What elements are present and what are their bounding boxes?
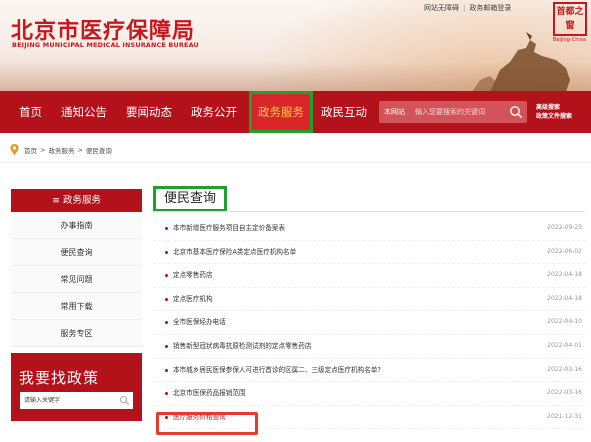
divider [0, 162, 591, 163]
list-item-title[interactable]: 北京市医保药品报销范围 [173, 382, 246, 404]
nav-interaction[interactable]: 政民互动 [321, 91, 367, 133]
sidebar-item-downloads[interactable]: 常用下载 [11, 293, 142, 320]
highlight-box [156, 412, 258, 435]
sidebar-item-guide[interactable]: 办事指南 [11, 212, 142, 239]
list-item-date: 2022-03-16 [547, 389, 582, 397]
list-item-title[interactable]: 全市医保经办电话 [173, 311, 226, 333]
breadcrumb-gov-services[interactable]: 政务服务 [48, 145, 74, 155]
list-item-date: 2022-04-10 [547, 318, 582, 326]
list-item-title[interactable]: 定点零售药店 [173, 264, 213, 286]
nav-home[interactable]: 首页 [19, 91, 42, 133]
list-item[interactable]: 北京市基本医疗保险A类定点医疗机构名单 2022-06-02 [153, 241, 585, 265]
policy-search-input[interactable] [24, 394, 114, 407]
breadcrumb-home[interactable]: 首页 [24, 145, 37, 155]
search-links: 高级搜索 政策文件搜索 [536, 103, 572, 121]
capital-window-logo[interactable]: 首都之窗 [553, 2, 587, 36]
bullet-icon [165, 297, 168, 301]
list-item-title[interactable]: 本市城乡居民医保参保人可进行首诊的区属二、三级定点医疗机构名单? [173, 359, 381, 381]
bullet-icon [165, 227, 168, 230]
nav-notices[interactable]: 通知公告 [61, 91, 107, 133]
list-item-title[interactable]: 北京市基本医疗保险A类定点医疗机构名单 [173, 241, 296, 263]
gov-mail-login-link[interactable]: 政务邮箱登录 [469, 4, 511, 12]
site-search: 本网站 [379, 101, 527, 123]
list-item-date: 2022-03-16 [547, 365, 582, 373]
list-item-date: 2022-06-02 [547, 247, 582, 255]
search-icon[interactable] [119, 395, 130, 406]
list-item[interactable]: 全市医保经办电话 2022-04-10 [153, 311, 585, 335]
main-nav: 首页 通知公告 要闻动态 政务公开 政务服务 政民互动 本网站 高级搜索 政策文… [0, 91, 591, 133]
accessibility-link[interactable]: 网站无障碍 [424, 4, 459, 12]
sidebar-item-convenience-query[interactable]: 便民查询 [11, 239, 142, 266]
list-item[interactable]: 定点医疗机构 2022-04-18 [153, 288, 585, 312]
list-item[interactable]: 本市城乡居民医保参保人可进行首诊的区属二、三级定点医疗机构名单? 2022-03-… [153, 359, 585, 383]
list-item-date: 2022-04-18 [547, 294, 582, 302]
top-links: 网站无障碍 | 政务邮箱登录 [424, 4, 512, 12]
policy-search-title: 我要找政策 [19, 369, 100, 387]
list-item-date: 2022-04-18 [547, 271, 582, 279]
policy-search-panel: 我要找政策 [11, 353, 142, 421]
list-item-title[interactable]: 定点医疗机构 [173, 288, 213, 310]
list-item[interactable]: 本市新增医疗服务项目自主定价备案表 2022-09-23 [153, 217, 585, 241]
news-list: 本市新增医疗服务项目自主定价备案表 2022-09-23 北京市基本医疗保险A类定… [153, 217, 585, 430]
bullet-icon [165, 344, 168, 348]
list-item[interactable]: 销售新型冠状病毒抗原检测试剂的定点零售药店 2022-04-01 [153, 335, 585, 359]
sidebar-heading: ≡ 政务服务 [11, 189, 142, 212]
bullet-icon [165, 392, 168, 396]
list-item[interactable]: 北京市医保药品报销范围 2022-03-16 [153, 382, 585, 406]
page: 北京市医疗保障局 BEIJING MUNICIPAL MEDICAL INSUR… [0, 0, 591, 442]
list-item-date: 2021-12-31 [547, 412, 582, 420]
list-item-date: 2022-04-01 [547, 341, 582, 349]
site-logo-subtitle: BEIJING MUNICIPAL MEDICAL INSURANCE BURE… [12, 41, 199, 49]
policy-search-box [20, 392, 133, 409]
header-banner: 北京市医疗保障局 BEIJING MUNICIPAL MEDICAL INSUR… [0, 0, 591, 91]
policy-search-link[interactable]: 政策文件搜索 [536, 112, 572, 121]
bullet-icon [165, 274, 168, 278]
list-item[interactable]: 定点零售药店 2022-04-18 [153, 264, 585, 288]
bullet-icon [165, 321, 168, 325]
list-item-title[interactable]: 本市新增医疗服务项目自主定价备案表 [173, 217, 285, 239]
page-title: 便民查询 [153, 186, 228, 212]
title-underline [153, 211, 585, 212]
search-scope[interactable]: 本网站 [384, 101, 405, 123]
bullet-icon [165, 368, 168, 372]
bullet-icon [165, 250, 168, 254]
list-item-date: 2022-09-23 [547, 224, 582, 231]
nav-gov-services[interactable]: 政务服务 [249, 91, 313, 133]
sidebar-item-service-zone[interactable]: 服务专区 [11, 320, 142, 347]
search-input[interactable] [415, 105, 507, 119]
nav-gov-affairs[interactable]: 政务公开 [191, 91, 237, 133]
location-pin-icon [10, 144, 19, 155]
advanced-search-link[interactable]: 高级搜索 [536, 103, 572, 112]
list-item-title[interactable]: 销售新型冠状病毒抗原检测试剂的定点零售药店 [173, 335, 311, 357]
capital-window-subtext: Beijing-China [552, 37, 586, 43]
search-icon[interactable] [509, 105, 523, 119]
breadcrumb: 首页 > 政务服务 > 便民查询 [10, 144, 112, 155]
breadcrumb-current: 便民查询 [85, 146, 112, 155]
sidebar-menu: 办事指南 便民查询 常见问题 常用下载 服务专区 [11, 212, 142, 347]
sidebar-item-faq[interactable]: 常见问题 [11, 266, 142, 293]
nav-news[interactable]: 要闻动态 [126, 91, 172, 133]
